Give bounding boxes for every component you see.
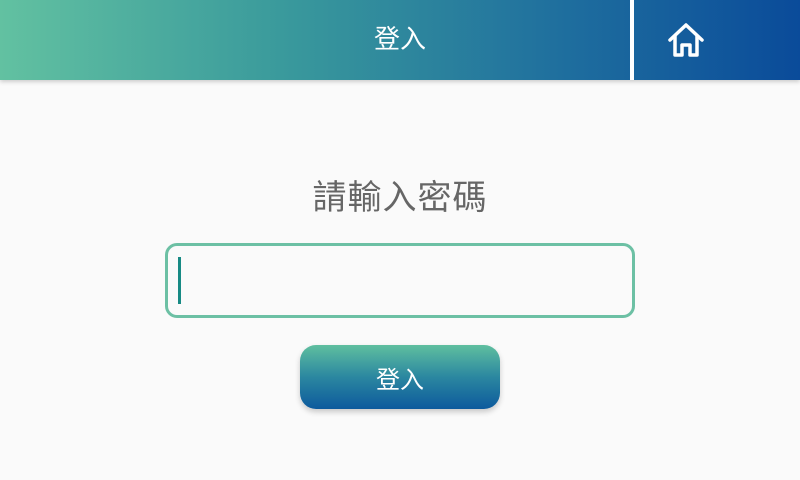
home-icon xyxy=(668,23,704,57)
text-caret xyxy=(178,257,181,304)
login-button[interactable]: 登入 xyxy=(300,345,500,409)
home-button[interactable] xyxy=(634,0,800,80)
password-prompt: 請輸入密碼 xyxy=(312,178,488,218)
header-bar: 登入 xyxy=(0,0,800,80)
password-input[interactable] xyxy=(165,243,635,318)
